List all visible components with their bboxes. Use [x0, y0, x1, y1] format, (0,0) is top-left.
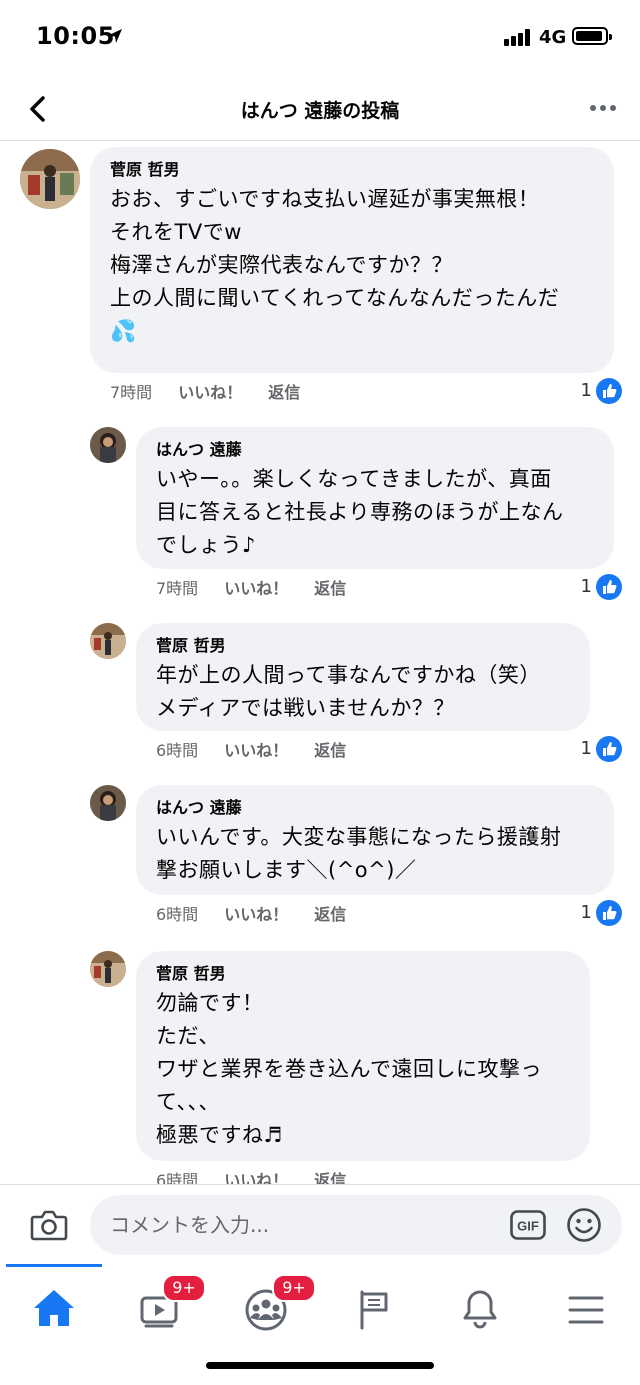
comment-item: はんつ 遠藤 いやー。。楽しくなってきましたが、真面 目に答えると社長より専務の… — [0, 421, 640, 601]
reply-button[interactable]: 返信 — [314, 905, 346, 924]
avatar[interactable] — [90, 427, 126, 463]
like-button[interactable]: いいね！ — [224, 579, 288, 598]
watch-badge: 9+ — [162, 1274, 206, 1302]
reply-button[interactable]: 返信 — [314, 1171, 346, 1184]
comment-author[interactable]: はんつ 遠藤 — [156, 439, 596, 461]
comment-text: いいんです。大変な事態になったら援護射 撃お願いします＼(^o^)／ — [156, 825, 562, 882]
avatar[interactable] — [90, 951, 126, 987]
tab-home[interactable] — [24, 1280, 84, 1340]
comment-meta: 7時間 いいね！ 返信 — [156, 577, 346, 601]
network-type: 4G — [539, 27, 567, 48]
comment-author[interactable]: 菅原 哲男 — [110, 159, 596, 181]
battery-icon — [572, 27, 612, 45]
emoji-icon[interactable] — [566, 1207, 602, 1243]
reaction-count: 1 — [580, 738, 592, 759]
page-title: はんつ 遠藤の投稿 — [240, 100, 400, 122]
thumbs-up-icon — [596, 900, 622, 926]
pages-flag-icon — [360, 1290, 388, 1330]
comment-meta: 6時間 いいね！ 返信 — [156, 1169, 346, 1184]
notifications-bell-icon — [463, 1290, 497, 1329]
comment-item: 菅原 哲男 勿論です！ ただ、 ワザと業界を巻き込んで遠回しに攻撃っ て、、、 … — [0, 945, 640, 1184]
comment-text: 年が上の人間って事なんですかね（笑） メディアでは戦いませんか？？ — [156, 663, 541, 720]
reply-button[interactable]: 返信 — [314, 579, 346, 598]
comment-bubble: はんつ 遠藤 いいんです。大変な事態になったら援護射 撃お願いします＼(^o^)… — [136, 785, 614, 895]
like-button[interactable]: いいね！ — [224, 1171, 288, 1184]
menu-icon — [568, 1296, 604, 1324]
reaction-summary[interactable]: 1 — [560, 574, 622, 600]
avatar[interactable] — [90, 785, 126, 821]
reaction-count: 1 — [580, 902, 592, 923]
groups-badge: 9+ — [272, 1274, 316, 1302]
comment-author[interactable]: 菅原 哲男 — [156, 635, 572, 657]
comment-meta: 6時間 いいね！ 返信 — [156, 903, 346, 927]
reaction-count: 1 — [580, 380, 592, 401]
thumbs-up-icon — [596, 574, 622, 600]
active-tab-indicator — [6, 1264, 102, 1267]
comment-text: おお、すごいですね支払い遅延が事実無根！ それをTVでw 梅澤さんが実際代表なん… — [110, 187, 560, 343]
comment-item: はんつ 遠藤 いいんです。大変な事態になったら援護射 撃お願いします＼(^o^)… — [0, 779, 640, 929]
camera-icon[interactable] — [30, 1209, 68, 1241]
thumbs-up-icon — [596, 378, 622, 404]
more-options-icon[interactable] — [588, 98, 618, 118]
reaction-count: 1 — [580, 576, 592, 597]
comment-author[interactable]: 菅原 哲男 — [156, 963, 572, 985]
reaction-summary[interactable]: 1 — [560, 736, 622, 762]
tab-watch[interactable]: 9+ — [130, 1274, 206, 1340]
like-button[interactable]: いいね！ — [178, 383, 242, 402]
tab-groups[interactable]: 9+ — [236, 1274, 316, 1340]
tab-menu[interactable] — [556, 1280, 616, 1340]
comment-text: 勿論です！ ただ、 ワザと業界を巻き込んで遠回しに攻撃っ て、、、 極悪ですね♬ — [156, 991, 542, 1147]
reaction-summary[interactable]: 1 — [560, 900, 622, 926]
comment-meta: 7時間 いいね！ 返信 — [110, 381, 300, 405]
comment-bubble: 菅原 哲男 年が上の人間って事なんですかね（笑） メディアでは戦いませんか？？ — [136, 623, 590, 731]
status-time: 10:05 — [36, 22, 115, 50]
reply-button[interactable]: 返信 — [268, 383, 300, 402]
avatar[interactable] — [90, 623, 126, 659]
gif-icon[interactable]: GIF — [510, 1210, 546, 1240]
comment-bubble: 菅原 哲男 勿論です！ ただ、 ワザと業界を巻き込んで遠回しに攻撃っ て、、、 … — [136, 951, 590, 1161]
tab-notifications[interactable] — [450, 1280, 510, 1340]
reply-button[interactable]: 返信 — [314, 741, 346, 760]
comment-time: 7時間 — [110, 383, 153, 402]
comment-bubble: はんつ 遠藤 いやー。。楽しくなってきましたが、真面 目に答えると社長より専務の… — [136, 427, 614, 569]
comment-bubble: 菅原 哲男 おお、すごいですね支払い遅延が事実無根！ それをTVでw 梅澤さんが… — [90, 147, 614, 373]
comment-author[interactable]: はんつ 遠藤 — [156, 797, 596, 819]
location-arrow-icon — [108, 29, 122, 43]
comment-meta: 6時間 いいね！ 返信 — [156, 739, 346, 763]
comment-item: 菅原 哲男 おお、すごいですね支払い遅延が事実無根！ それをTVでw 梅澤さんが… — [0, 141, 640, 411]
comment-time: 6時間 — [156, 741, 199, 760]
comment-time: 6時間 — [156, 905, 199, 924]
comment-text: いやー。。楽しくなってきましたが、真面 目に答えると社長より専務のほうが上なん … — [156, 467, 564, 557]
thumbs-up-icon — [596, 736, 622, 762]
avatar[interactable] — [20, 149, 80, 209]
tab-pages[interactable] — [344, 1280, 404, 1340]
comment-thread: 菅原 哲男 おお、すごいですね支払い遅延が事実無根！ それをTVでw 梅澤さんが… — [0, 141, 640, 1184]
comment-time: 7時間 — [156, 579, 199, 598]
svg-text:GIF: GIF — [517, 1219, 539, 1234]
like-button[interactable]: いいね！ — [224, 905, 288, 924]
comment-time: 6時間 — [156, 1171, 199, 1184]
like-button[interactable]: いいね！ — [224, 741, 288, 760]
home-indicator[interactable] — [206, 1362, 434, 1369]
status-bar: 10:05 4G — [0, 0, 640, 76]
comment-composer: コメントを入力... GIF — [0, 1184, 640, 1265]
home-icon — [34, 1290, 74, 1326]
comment-item: 菅原 哲男 年が上の人間って事なんですかね（笑） メディアでは戦いませんか？？ … — [0, 617, 640, 767]
post-header: はんつ 遠藤の投稿 — [0, 78, 640, 141]
reaction-summary[interactable]: 1 — [560, 378, 622, 404]
